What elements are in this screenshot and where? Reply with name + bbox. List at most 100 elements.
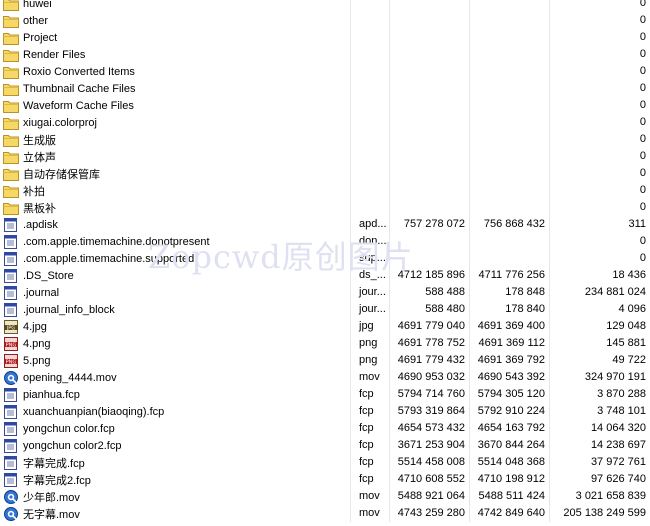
type-cell: fcp <box>350 437 390 454</box>
item-name: .journal <box>23 287 60 299</box>
offset-cell: 4690 953 032 <box>390 369 470 386</box>
offset-cell <box>470 165 550 182</box>
list-item[interactable]: xuanchuanpian(biaoqing).fcp fcp 5793 319 8… <box>0 403 650 420</box>
list-item[interactable]: Project 0 <box>0 29 650 46</box>
list-item[interactable]: 字幕完成2.fcp fcp 4710 608 552 4710 198 912 97 6… <box>0 471 650 488</box>
list-item[interactable]: yongchun color2.fcp fcp 3671 253 904 3670 8… <box>0 437 650 454</box>
type-cell: sup... <box>350 250 390 267</box>
size-cell: 0 <box>639 184 646 196</box>
folder-icon <box>3 133 19 147</box>
list-item[interactable]: huwei 0 <box>0 0 650 12</box>
name-cell: other <box>0 12 350 29</box>
offset-cell <box>390 97 470 114</box>
item-name: yongchun color.fcp <box>23 423 115 435</box>
list-item[interactable]: Render Files 0 <box>0 46 650 63</box>
type-cell: fcp <box>350 420 390 437</box>
list-item[interactable]: .com.apple.timemachine.supported sup... 0 <box>0 250 650 267</box>
item-name: 少年郎.mov <box>23 492 80 504</box>
list-item[interactable]: Thumbnail Cache Files 0 <box>0 80 650 97</box>
offset-cell <box>390 182 470 199</box>
type-cell <box>350 12 390 29</box>
list-item[interactable]: .journal_info_block jour... 588 480 178 840… <box>0 301 650 318</box>
png-icon: PNG <box>3 336 19 351</box>
item-name: .journal_info_block <box>23 304 115 316</box>
offset-cell: 3670 844 264 <box>470 437 550 454</box>
offset-cell <box>390 29 470 46</box>
name-cell: 少年郎.mov <box>0 488 350 505</box>
list-item[interactable]: .com.apple.timemachine.donotpresent don..… <box>0 233 650 250</box>
size-cell: 0 <box>639 150 646 162</box>
type-cell <box>350 80 390 97</box>
list-item[interactable]: opening_4444.mov mov 4690 953 032 4690 543 … <box>0 369 650 386</box>
item-name: 字幕完成.fcp <box>23 458 85 470</box>
quicktime-icon <box>3 370 19 385</box>
name-cell: .com.apple.timemachine.donotpresent <box>0 233 350 250</box>
type-cell: jour... <box>350 301 390 318</box>
list-item[interactable]: 立体声 0 <box>0 148 650 165</box>
name-cell: pianhua.fcp <box>0 386 350 403</box>
list-item[interactable]: yongchun color.fcp fcp 4654 573 432 4654 16… <box>0 420 650 437</box>
size-cell: 0 <box>639 48 646 60</box>
offset-cell <box>390 165 470 182</box>
list-item[interactable]: Waveform Cache Files 0 <box>0 97 650 114</box>
list-item[interactable]: .DS_Store ds_... 4712 185 896 4711 776 256 1… <box>0 267 650 284</box>
name-cell: huwei <box>0 0 350 12</box>
size-cell: 3 870 288 <box>597 388 646 400</box>
offset-cell <box>470 46 550 63</box>
list-item[interactable]: JPG 4.jpg jpg 4691 779 040 4691 369 400 129 0… <box>0 318 650 335</box>
type-cell <box>350 97 390 114</box>
list-item[interactable]: PNG 4.png png 4691 778 752 4691 369 112 145 8… <box>0 335 650 352</box>
offset-cell <box>390 80 470 97</box>
list-item[interactable]: xiugai.colorproj 0 <box>0 114 650 131</box>
list-item[interactable]: 无字幕.mov mov 4743 259 280 4742 849 640 205 13… <box>0 505 650 522</box>
name-cell: Roxio Converted Items <box>0 63 350 80</box>
offset-cell: 4690 543 392 <box>470 369 550 386</box>
offset-cell <box>390 199 470 216</box>
list-item[interactable]: pianhua.fcp fcp 5794 714 760 5794 305 120 3 … <box>0 386 650 403</box>
name-cell: Waveform Cache Files <box>0 97 350 114</box>
list-item[interactable]: 自动存储保管库 0 <box>0 165 650 182</box>
offset-cell: 4710 198 912 <box>470 471 550 488</box>
list-item[interactable]: Roxio Converted Items 0 <box>0 63 650 80</box>
item-name: 自动存储保管库 <box>23 169 100 181</box>
folder-icon <box>3 0 19 11</box>
list-item[interactable]: 少年郎.mov mov 5488 921 064 5488 511 424 3 021 … <box>0 488 650 505</box>
file-icon <box>3 387 19 402</box>
offset-cell: 757 278 072 <box>390 216 470 233</box>
offset-cell <box>470 12 550 29</box>
list-item[interactable]: other 0 <box>0 12 650 29</box>
offset-cell <box>470 114 550 131</box>
list-item[interactable]: 字幕完成.fcp fcp 5514 458 008 5514 048 368 37 97… <box>0 454 650 471</box>
list-item[interactable]: .journal jour... 588 488 178 848 234 881 024 <box>0 284 650 301</box>
name-cell: PNG 4.png <box>0 335 350 352</box>
name-cell: opening_4444.mov <box>0 369 350 386</box>
offset-cell: 4654 573 432 <box>390 420 470 437</box>
file-icon <box>3 251 19 266</box>
folder-icon <box>3 150 19 164</box>
name-cell: .com.apple.timemachine.supported <box>0 250 350 267</box>
offset-cell <box>470 29 550 46</box>
folder-icon <box>3 31 19 45</box>
name-cell: .DS_Store <box>0 267 350 284</box>
quicktime-icon <box>3 489 19 504</box>
item-name: 5.png <box>23 355 51 367</box>
size-cell: 37 972 761 <box>590 456 646 468</box>
item-name: 补拍 <box>23 186 45 198</box>
type-cell <box>350 182 390 199</box>
offset-cell: 756 868 432 <box>470 216 550 233</box>
name-cell: .journal <box>0 284 350 301</box>
list-item[interactable]: 补拍 0 <box>0 182 650 199</box>
type-cell <box>350 46 390 63</box>
offset-cell: 5794 714 760 <box>390 386 470 403</box>
name-cell: 无字幕.mov <box>0 505 350 522</box>
list-item[interactable]: 生成版 0 <box>0 131 650 148</box>
offset-cell: 4691 779 432 <box>390 352 470 369</box>
png-icon: PNG <box>3 353 19 368</box>
offset-cell <box>470 148 550 165</box>
list-item[interactable]: 黑板补 0 <box>0 199 650 216</box>
list-item[interactable]: .apdisk apd... 757 278 072 756 868 432 311 <box>0 216 650 233</box>
list-item[interactable]: PNG 5.png png 4691 779 432 4691 369 792 49 72… <box>0 352 650 369</box>
offset-cell <box>390 131 470 148</box>
type-cell: png <box>350 335 390 352</box>
offset-cell: 178 848 <box>470 284 550 301</box>
